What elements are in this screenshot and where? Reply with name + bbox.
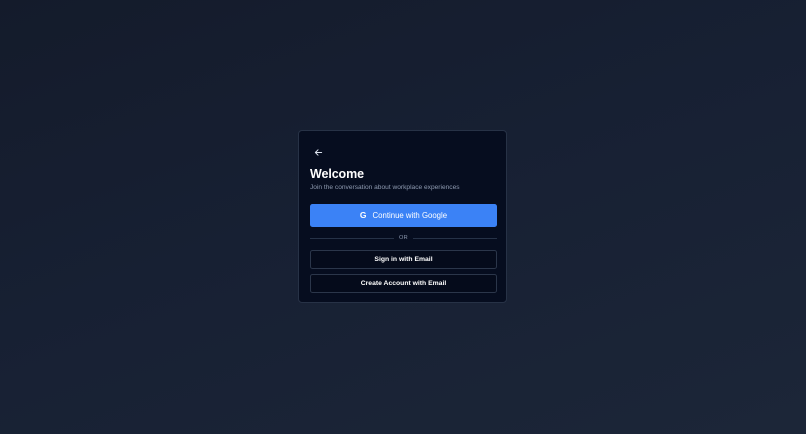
or-divider: OR [310,233,497,243]
page-title: Welcome [310,167,364,181]
auth-card: Welcome Join the conversation about work… [298,130,507,303]
arrow-left-icon [314,148,323,157]
divider-line-left [310,237,394,239]
sign-in-with-email-button[interactable]: Sign in with Email [310,250,497,269]
divider-line-right [413,237,497,239]
divider-label: OR [399,235,408,241]
back-button[interactable] [311,145,325,159]
page-subtitle: Join the conversation about workplace ex… [310,184,460,191]
create-account-with-email-button[interactable]: Create Account with Email [310,274,497,293]
google-button-label: Continue with Google [372,211,448,220]
continue-with-google-button[interactable]: G Continue with Google [310,204,497,227]
google-icon: G [359,210,367,221]
